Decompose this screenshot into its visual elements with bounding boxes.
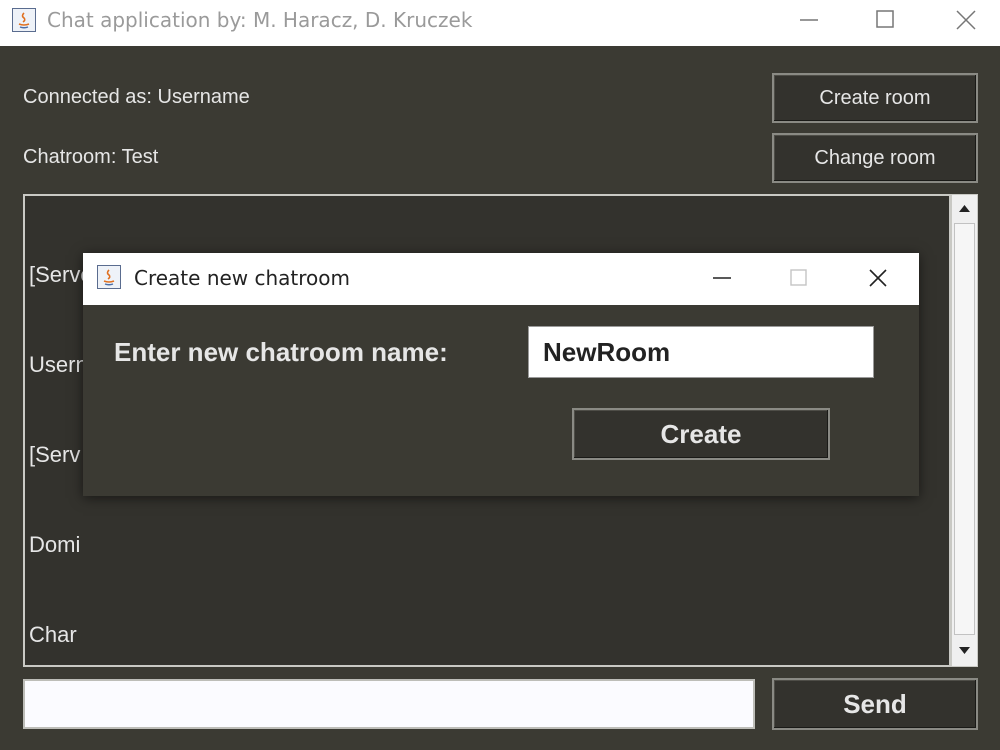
chat-line: Char xyxy=(29,622,77,647)
create-button[interactable]: Create xyxy=(572,408,830,460)
chat-line: Domi xyxy=(29,532,81,557)
dialog-minimize-button[interactable] xyxy=(702,258,742,298)
window-titlebar: Chat application by: M. Haracz, D. Krucz… xyxy=(0,0,1000,46)
dialog-titlebar: Create new chatroom xyxy=(83,253,919,305)
dialog-maximize-button xyxy=(779,258,819,298)
java-app-icon xyxy=(12,8,36,32)
close-button[interactable] xyxy=(946,0,986,40)
scroll-up-arrow-icon[interactable] xyxy=(955,199,974,218)
window-title: Chat application by: M. Haracz, D. Krucz… xyxy=(47,8,473,32)
minimize-button[interactable] xyxy=(789,0,829,40)
scroll-down-arrow-icon[interactable] xyxy=(955,641,974,660)
send-button[interactable]: Send xyxy=(772,678,978,730)
dialog-close-button[interactable] xyxy=(858,258,898,298)
scroll-thumb[interactable] xyxy=(954,223,975,635)
chat-scrollbar[interactable] xyxy=(951,194,978,667)
change-room-button[interactable]: Change room xyxy=(772,133,978,183)
create-room-button[interactable]: Create room xyxy=(772,73,978,123)
message-input[interactable] xyxy=(23,679,755,729)
create-chatroom-dialog: Create new chatroom Enter new chatroom n… xyxy=(83,253,919,496)
chatroom-name-input[interactable]: NewRoom xyxy=(528,326,874,378)
dialog-title: Create new chatroom xyxy=(134,266,351,290)
connected-as-label: Connected as: Username xyxy=(23,86,250,108)
maximize-button[interactable] xyxy=(866,0,906,40)
chatroom-name-label: Enter new chatroom name: xyxy=(114,337,448,367)
chatroom-label: Chatroom: Test xyxy=(23,146,159,168)
java-app-icon xyxy=(97,265,121,289)
